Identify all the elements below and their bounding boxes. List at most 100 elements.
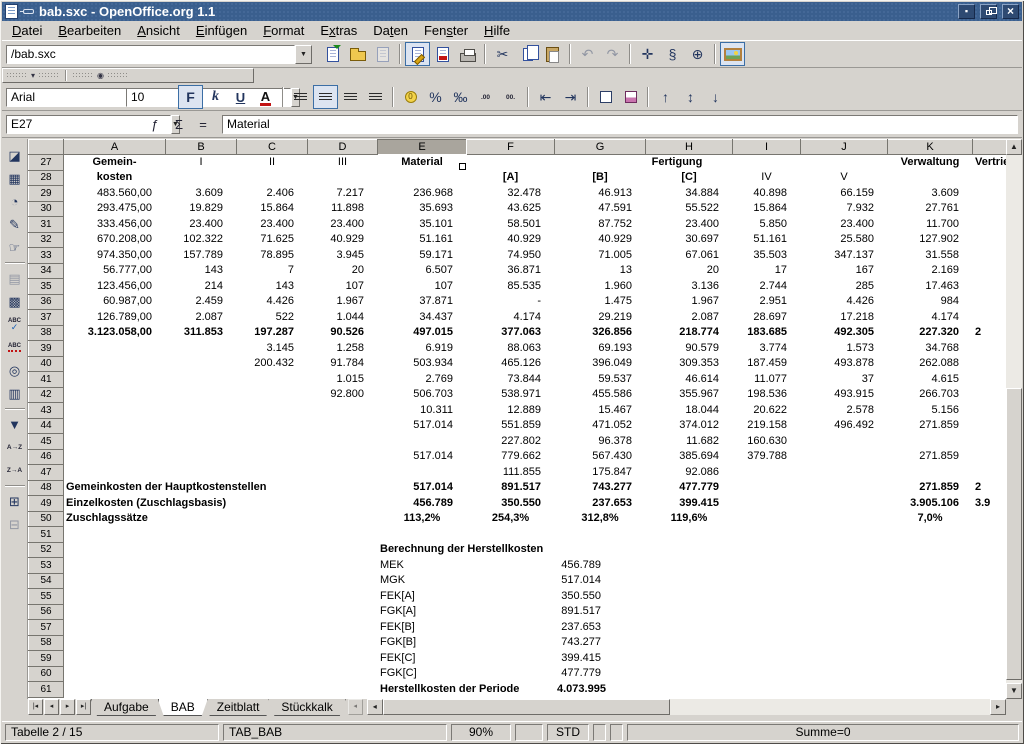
hyperlink-icon[interactable]: ⊕ (685, 42, 710, 66)
cell-A49[interactable]: Einzelkosten (Zuschlagsbasis) (64, 496, 378, 512)
cell-D60[interactable] (308, 666, 378, 682)
underline-button[interactable]: U (228, 85, 253, 109)
cell-D51[interactable] (308, 527, 378, 543)
bold-button[interactable]: F (178, 85, 203, 109)
cell-K42[interactable]: 266.703 (888, 387, 973, 403)
cell-J42[interactable]: 493.915 (801, 387, 888, 403)
cell-I28[interactable]: IV (733, 170, 801, 186)
cell-E52[interactable]: Berechnung der Herstellkosten (378, 542, 646, 558)
cell-G53[interactable]: 456.789 (555, 558, 646, 574)
cell-E58[interactable]: FGK[B] (378, 635, 555, 651)
cell-K28[interactable] (888, 170, 973, 186)
cell-J60[interactable] (801, 666, 888, 682)
cell-E30[interactable]: 35.693 (378, 201, 467, 217)
cell-A34[interactable]: 56.777,00 (64, 263, 166, 279)
cell-I57[interactable] (733, 620, 801, 636)
cell-I48[interactable] (733, 480, 801, 496)
cell-G42[interactable]: 455.586 (555, 387, 646, 403)
cell-F35[interactable]: 85.535 (467, 279, 555, 295)
insert-icon[interactable]: ◪ (3, 144, 27, 167)
app-icon[interactable] (5, 4, 18, 19)
cell-D34[interactable]: 20 (308, 263, 378, 279)
cell-F44[interactable]: 551.859 (467, 418, 555, 434)
cell-F47[interactable]: 111.855 (467, 465, 555, 481)
sum-icon[interactable]: Σ (168, 114, 190, 134)
cell-H50[interactable]: 119,6% (646, 511, 733, 527)
cell-A47[interactable] (64, 465, 166, 481)
cell-J41[interactable]: 37 (801, 372, 888, 388)
cell-K37[interactable]: 4.174 (888, 310, 973, 326)
cell-G31[interactable]: 87.752 (555, 217, 646, 233)
cell-B51[interactable] (166, 527, 237, 543)
cell-G61[interactable]: 4.073.995 (555, 682, 646, 698)
cell-D39[interactable]: 1.258 (308, 341, 378, 357)
cell-L31[interactable] (973, 217, 1007, 233)
cell-I58[interactable] (733, 635, 801, 651)
cell-B46[interactable] (166, 449, 237, 465)
cell-A27[interactable]: Gemein- (64, 155, 166, 171)
column-header-H[interactable]: H (646, 140, 733, 155)
edit-file-icon[interactable] (405, 42, 430, 66)
cell-J29[interactable]: 66.159 (801, 186, 888, 202)
cell-D35[interactable]: 107 (308, 279, 378, 295)
print-icon[interactable] (455, 42, 480, 66)
borders-button[interactable] (593, 85, 618, 109)
cell-D30[interactable]: 11.898 (308, 201, 378, 217)
cell-I30[interactable]: 15.864 (733, 201, 801, 217)
cell-L41[interactable] (973, 372, 1007, 388)
cell-D36[interactable]: 1.967 (308, 294, 378, 310)
cell-F33[interactable]: 74.950 (467, 248, 555, 264)
cell-I40[interactable]: 187.459 (733, 356, 801, 372)
cell-K27[interactable]: Verwaltung (888, 155, 973, 171)
row-header-47[interactable]: 47 (29, 465, 64, 481)
cell-D58[interactable] (308, 635, 378, 651)
cell-A57[interactable] (64, 620, 166, 636)
cell-G55[interactable]: 350.550 (555, 589, 646, 605)
cell-A29[interactable]: 483.560,00 (64, 186, 166, 202)
cell-B45[interactable] (166, 434, 237, 450)
cell-G39[interactable]: 69.193 (555, 341, 646, 357)
cell-G38[interactable]: 326.856 (555, 325, 646, 341)
horizontal-scroll-thumb[interactable] (383, 699, 670, 715)
cell-H55[interactable] (646, 589, 733, 605)
status-selection-mode[interactable]: STD (547, 724, 589, 741)
cell-F49[interactable]: 350.550 (467, 496, 555, 512)
cell-I44[interactable]: 219.158 (733, 418, 801, 434)
cell-J54[interactable] (801, 573, 888, 589)
cell-G57[interactable]: 237.653 (555, 620, 646, 636)
add-decimal-button[interactable]: .00 (473, 85, 498, 109)
cell-K51[interactable] (888, 527, 973, 543)
cell-A36[interactable]: 60.987,00 (64, 294, 166, 310)
row-header-37[interactable]: 37 (29, 310, 64, 326)
cell-J56[interactable] (801, 604, 888, 620)
cell-I47[interactable] (733, 465, 801, 481)
vertical-scroll-thumb[interactable] (1006, 388, 1022, 680)
row-header-50[interactable]: 50 (29, 511, 64, 527)
cell-C31[interactable]: 23.400 (237, 217, 308, 233)
cell-G33[interactable]: 71.005 (555, 248, 646, 264)
cell-L61[interactable] (973, 682, 1007, 698)
cell-I52[interactable] (733, 542, 801, 558)
horizontal-scrollbar[interactable]: ◂ ▸ (367, 699, 1006, 715)
cell-J37[interactable]: 17.218 (801, 310, 888, 326)
gallery-icon[interactable] (720, 42, 745, 66)
cell-F46[interactable]: 779.662 (467, 449, 555, 465)
cell-I55[interactable] (733, 589, 801, 605)
cell-K49[interactable]: 3.905.106 (888, 496, 973, 512)
cell-L38[interactable]: 2 (973, 325, 1007, 341)
autoformat-icon[interactable]: ▩ (3, 290, 27, 313)
cell-A38[interactable]: 3.123.058,00 (64, 325, 166, 341)
cell-C57[interactable] (237, 620, 308, 636)
cell-C47[interactable] (237, 465, 308, 481)
cell-E44[interactable]: 517.014 (378, 418, 467, 434)
function-icon[interactable]: = (192, 114, 214, 134)
cell-E45[interactable] (378, 434, 467, 450)
row-header-58[interactable]: 58 (29, 635, 64, 651)
cell-F41[interactable]: 73.844 (467, 372, 555, 388)
cell-L47[interactable] (973, 465, 1007, 481)
cell-I54[interactable] (733, 573, 801, 589)
cell-B32[interactable]: 102.322 (166, 232, 237, 248)
cell-J52[interactable] (801, 542, 888, 558)
last-sheet-button[interactable]: ▸| (76, 699, 91, 715)
cell-C29[interactable]: 2.406 (237, 186, 308, 202)
